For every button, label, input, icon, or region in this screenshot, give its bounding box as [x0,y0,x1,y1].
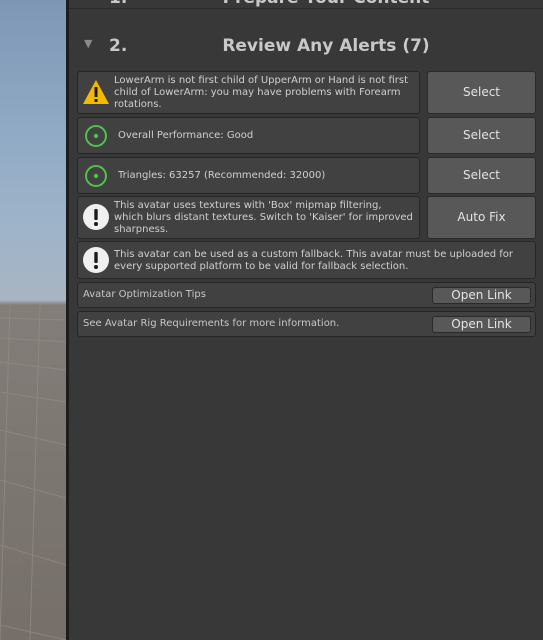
info-icon [82,203,110,235]
open-link-button[interactable]: Open Link [432,287,531,304]
select-button[interactable]: Select [427,117,536,154]
section-review-header[interactable]: ▼ 2. Review Any Alerts (7) [69,36,543,56]
build-panel: 1. Prepare Your Content ▼ 2. Review Any … [69,0,543,640]
alert-item: Overall Performance: Good [77,117,420,154]
alert-item: Triangles: 63257 (Recommended: 32000) [77,157,420,194]
open-link-button[interactable]: Open Link [432,316,531,333]
alert-message: This avatar uses textures with 'Box' mip… [114,200,413,235]
select-button[interactable]: Select [427,157,536,194]
tip-row: Avatar Optimization Tips Open Link [77,282,536,308]
alert-item: LowerArm is not first child of UpperArm … [77,71,420,114]
warning-icon [82,78,110,110]
alert-message: LowerArm is not first child of UpperArm … [114,75,408,110]
section-prepare-title: Prepare Your Content [69,0,543,8]
section-review-title: Review Any Alerts (7) [222,36,430,56]
alert-item: This avatar can be used as a custom fall… [77,241,536,279]
info-icon [82,246,110,278]
alert-message: Triangles: 63257 (Recommended: 32000) [118,170,326,181]
tip-text: See Avatar Rig Requirements for more inf… [83,318,340,329]
ground-grid [0,304,66,640]
alert-message: This avatar can be used as a custom fall… [114,249,514,272]
good-performance-icon [84,164,108,192]
alert-message: Overall Performance: Good [118,130,254,141]
scene-viewport[interactable] [0,0,66,640]
alert-item: This avatar uses textures with 'Box' mip… [77,196,420,239]
tip-row: See Avatar Rig Requirements for more inf… [77,311,536,337]
auto-fix-button[interactable]: Auto Fix [427,196,536,239]
tip-text: Avatar Optimization Tips [83,289,206,300]
select-button[interactable]: Select [427,71,536,114]
section-prepare-header[interactable]: 1. Prepare Your Content [69,0,543,9]
good-performance-icon [84,124,108,152]
